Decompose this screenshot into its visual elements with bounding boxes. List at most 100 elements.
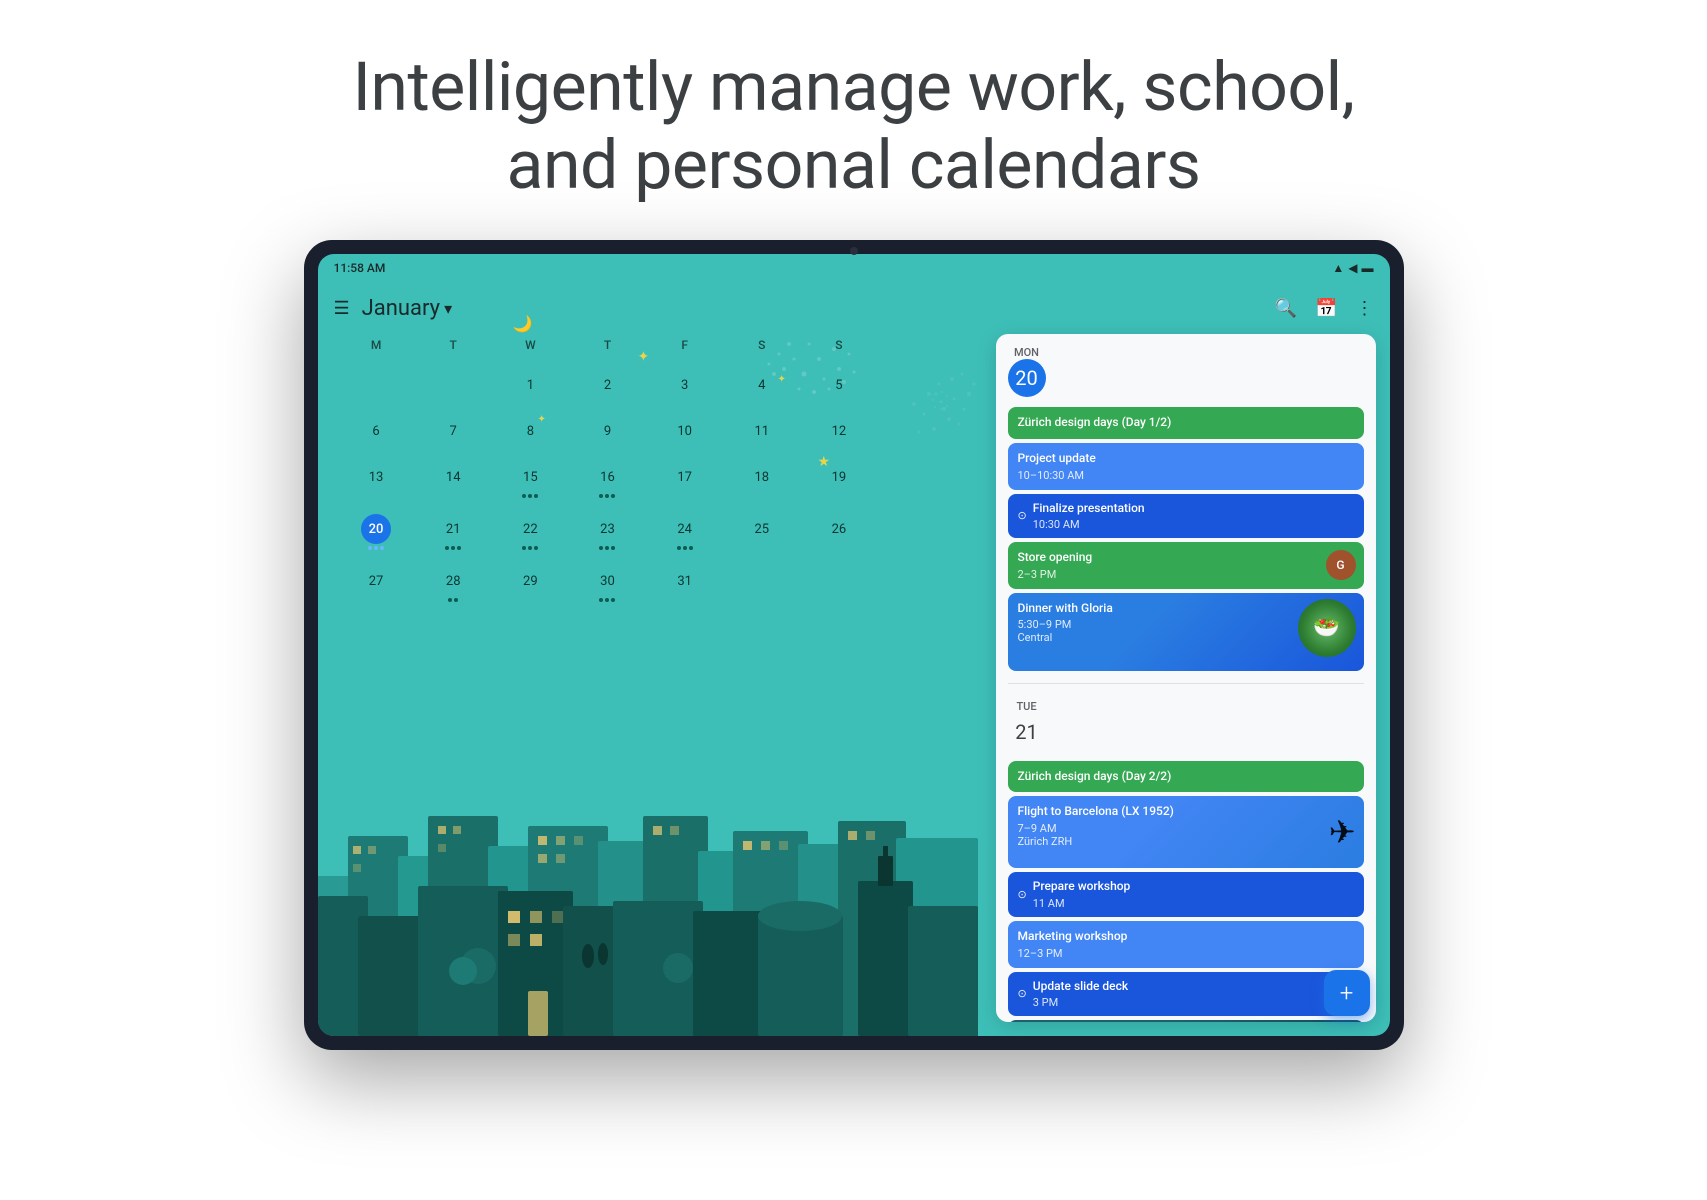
more-options-icon[interactable]: ⋮ bbox=[1356, 298, 1374, 319]
day-of-week-tue: Tue bbox=[1016, 700, 1036, 713]
cal-day-2[interactable]: 2 bbox=[569, 364, 646, 406]
cal-day-11[interactable]: 11 bbox=[723, 410, 800, 452]
cal-week-4: 20 21 22 23 24 25 26 bbox=[338, 508, 878, 556]
cal-day-14[interactable]: 14 bbox=[415, 456, 492, 504]
day-label-mon-20: Mon 20 bbox=[1008, 346, 1046, 397]
day-of-week-mon: Mon bbox=[1014, 346, 1039, 359]
cal-day-empty bbox=[338, 364, 415, 406]
calendar-header-row: M T W T F S S bbox=[338, 334, 878, 356]
cal-day-25[interactable]: 25 bbox=[723, 508, 800, 556]
moon-icon: 🌙 bbox=[513, 314, 533, 333]
cal-header-S2: S bbox=[800, 334, 877, 356]
event-store-opening[interactable]: Store opening 2–3 PM G bbox=[1008, 542, 1364, 589]
event-concert-helen[interactable]: Concert with Helen 8–10:30 PM Plaza 🎵 bbox=[1008, 1020, 1364, 1022]
headline-section: Intelligently manage work, school, and p… bbox=[0, 0, 1707, 240]
app-bar: 🌙 ☰ January ▾ 🔍 📅 ⋮ bbox=[318, 282, 1390, 334]
cal-day-7[interactable]: 7 bbox=[415, 410, 492, 452]
event-flight-barcelona[interactable]: Flight to Barcelona (LX 1952) 7–9 AM Zür… bbox=[1008, 796, 1364, 868]
cal-day-18[interactable]: 18 bbox=[723, 456, 800, 504]
event-prepare-workshop[interactable]: ⊙ Prepare workshop 11 AM bbox=[1008, 872, 1364, 917]
cal-day-9[interactable]: 9 bbox=[569, 410, 646, 452]
calendar-grid: M T W T F S S 1 2 bbox=[338, 334, 878, 608]
cal-day-22[interactable]: 22 bbox=[492, 508, 569, 556]
event-title: Marketing workshop bbox=[1018, 929, 1354, 945]
cal-day-21[interactable]: 21 bbox=[415, 508, 492, 556]
cal-day-12[interactable]: 12 bbox=[800, 410, 877, 452]
day-label-row-mon-20: Mon 20 bbox=[1008, 346, 1364, 397]
cal-week-3: 13 14 15 16 17 18 19 bbox=[338, 456, 878, 504]
event-title: Project update bbox=[1018, 451, 1354, 467]
event-time: 2–3 PM bbox=[1018, 568, 1314, 581]
event-title: Dinner with Gloria bbox=[1018, 601, 1284, 617]
city-illustration bbox=[318, 696, 978, 1036]
status-time: 11:58 AM bbox=[334, 261, 386, 275]
agenda-events-mon-20: Zürich design days (Day 1/2) Project upd… bbox=[1008, 407, 1364, 670]
event-time: 10:30 AM bbox=[1033, 518, 1145, 531]
cal-day-20-today[interactable]: 20 bbox=[338, 508, 415, 556]
cal-day-30[interactable]: 30 bbox=[569, 560, 646, 608]
event-time: 3 PM bbox=[1033, 996, 1128, 1009]
event-title: Zürich design days (Day 1/2) bbox=[1018, 415, 1354, 431]
cal-day-15[interactable]: 15 bbox=[492, 456, 569, 504]
battery-icon: ▬ bbox=[1362, 261, 1374, 275]
event-marketing-workshop[interactable]: Marketing workshop 12–3 PM bbox=[1008, 921, 1364, 968]
event-time: 12–3 PM bbox=[1018, 947, 1354, 960]
event-title: Store opening bbox=[1018, 550, 1314, 566]
tablet-wrapper: ✦ ✦ ★ ✦ 11:58 AM ▲ ◀ ▬ 🌙 ☰ bbox=[0, 240, 1707, 1050]
event-title: Zürich design days (Day 2/2) bbox=[1018, 769, 1354, 785]
cal-day-6[interactable]: 6 bbox=[338, 410, 415, 452]
event-zurich-design-day1[interactable]: Zürich design days (Day 1/2) bbox=[1008, 407, 1364, 439]
calendar-body: 1 2 3 4 5 6 7 8 9 10 bbox=[338, 364, 878, 608]
cal-day-29[interactable]: 29 bbox=[492, 560, 569, 608]
app-bar-right: 🔍 📅 ⋮ bbox=[1275, 298, 1374, 319]
agenda-day-mon-20: Mon 20 Zürich design days (Day 1/2) Proj… bbox=[996, 334, 1376, 678]
cal-day-31[interactable]: 31 bbox=[646, 560, 723, 608]
cal-day-10[interactable]: 10 bbox=[646, 410, 723, 452]
tablet-device: ✦ ✦ ★ ✦ 11:58 AM ▲ ◀ ▬ 🌙 ☰ bbox=[304, 240, 1404, 1050]
event-update-slide-deck[interactable]: ⊙ Update slide deck 3 PM bbox=[1008, 972, 1364, 1017]
cal-header-F: F bbox=[646, 334, 723, 356]
cal-day-26[interactable]: 26 bbox=[800, 508, 877, 556]
cal-day-19[interactable]: 19 bbox=[800, 456, 877, 504]
month-title[interactable]: January ▾ bbox=[362, 296, 452, 321]
cal-day-13[interactable]: 13 bbox=[338, 456, 415, 504]
cal-header-W: W bbox=[492, 334, 569, 356]
day-label-tue-21: Tue 21 bbox=[1008, 700, 1046, 751]
day-num-21[interactable]: 21 bbox=[1008, 713, 1046, 751]
day-num-20[interactable]: 20 bbox=[1008, 359, 1046, 397]
cal-day-27[interactable]: 27 bbox=[338, 560, 415, 608]
event-title: Flight to Barcelona (LX 1952) bbox=[1018, 804, 1284, 820]
cal-week-1: 1 2 3 4 5 bbox=[338, 364, 878, 406]
cal-day-8[interactable]: 8 bbox=[492, 410, 569, 452]
cal-day-23[interactable]: 23 bbox=[569, 508, 646, 556]
calendar-icon[interactable]: 📅 bbox=[1315, 298, 1337, 319]
dinner-food-visual: 🥗 bbox=[1298, 599, 1356, 657]
cal-day-3[interactable]: 3 bbox=[646, 364, 723, 406]
agenda-day-tue-21: Tue 21 Zürich design days (Day 2/2) Flig… bbox=[996, 688, 1376, 1023]
event-zurich-design-day2[interactable]: Zürich design days (Day 2/2) bbox=[1008, 761, 1364, 793]
cal-day-24[interactable]: 24 bbox=[646, 508, 723, 556]
event-project-update[interactable]: Project update 10–10:30 AM bbox=[1008, 443, 1364, 490]
wifi-icon: ▲ bbox=[1332, 261, 1344, 275]
cal-day-28[interactable]: 28 bbox=[415, 560, 492, 608]
task-row: ⊙ Prepare workshop 11 AM bbox=[1018, 879, 1354, 910]
event-time: 10–10:30 AM bbox=[1018, 469, 1354, 482]
cal-header-T2: T bbox=[569, 334, 646, 356]
cal-header-T: T bbox=[415, 334, 492, 356]
cal-day-1[interactable]: 1 bbox=[492, 364, 569, 406]
cal-day-17[interactable]: 17 bbox=[646, 456, 723, 504]
event-time: 7–9 AM bbox=[1018, 822, 1284, 835]
event-title: Finalize presentation bbox=[1033, 501, 1145, 517]
day-label-row-tue-21: Tue 21 bbox=[1008, 700, 1364, 751]
cal-day-empty bbox=[415, 364, 492, 406]
tablet-screen: ✦ ✦ ★ ✦ 11:58 AM ▲ ◀ ▬ 🌙 ☰ bbox=[318, 254, 1390, 1036]
cal-day-4[interactable]: 4 bbox=[723, 364, 800, 406]
cal-day-16[interactable]: 16 bbox=[569, 456, 646, 504]
event-dinner-gloria[interactable]: Dinner with Gloria 5:30–9 PM Central 🥗 bbox=[1008, 593, 1364, 671]
cal-day-5[interactable]: 5 bbox=[800, 364, 877, 406]
search-icon[interactable]: 🔍 bbox=[1275, 298, 1297, 319]
hamburger-menu-icon[interactable]: ☰ bbox=[334, 298, 350, 319]
fab-add-button[interactable]: + bbox=[1324, 970, 1370, 1016]
event-finalize-presentation[interactable]: ⊙ Finalize presentation 10:30 AM bbox=[1008, 494, 1364, 539]
cal-header-S: S bbox=[723, 334, 800, 356]
